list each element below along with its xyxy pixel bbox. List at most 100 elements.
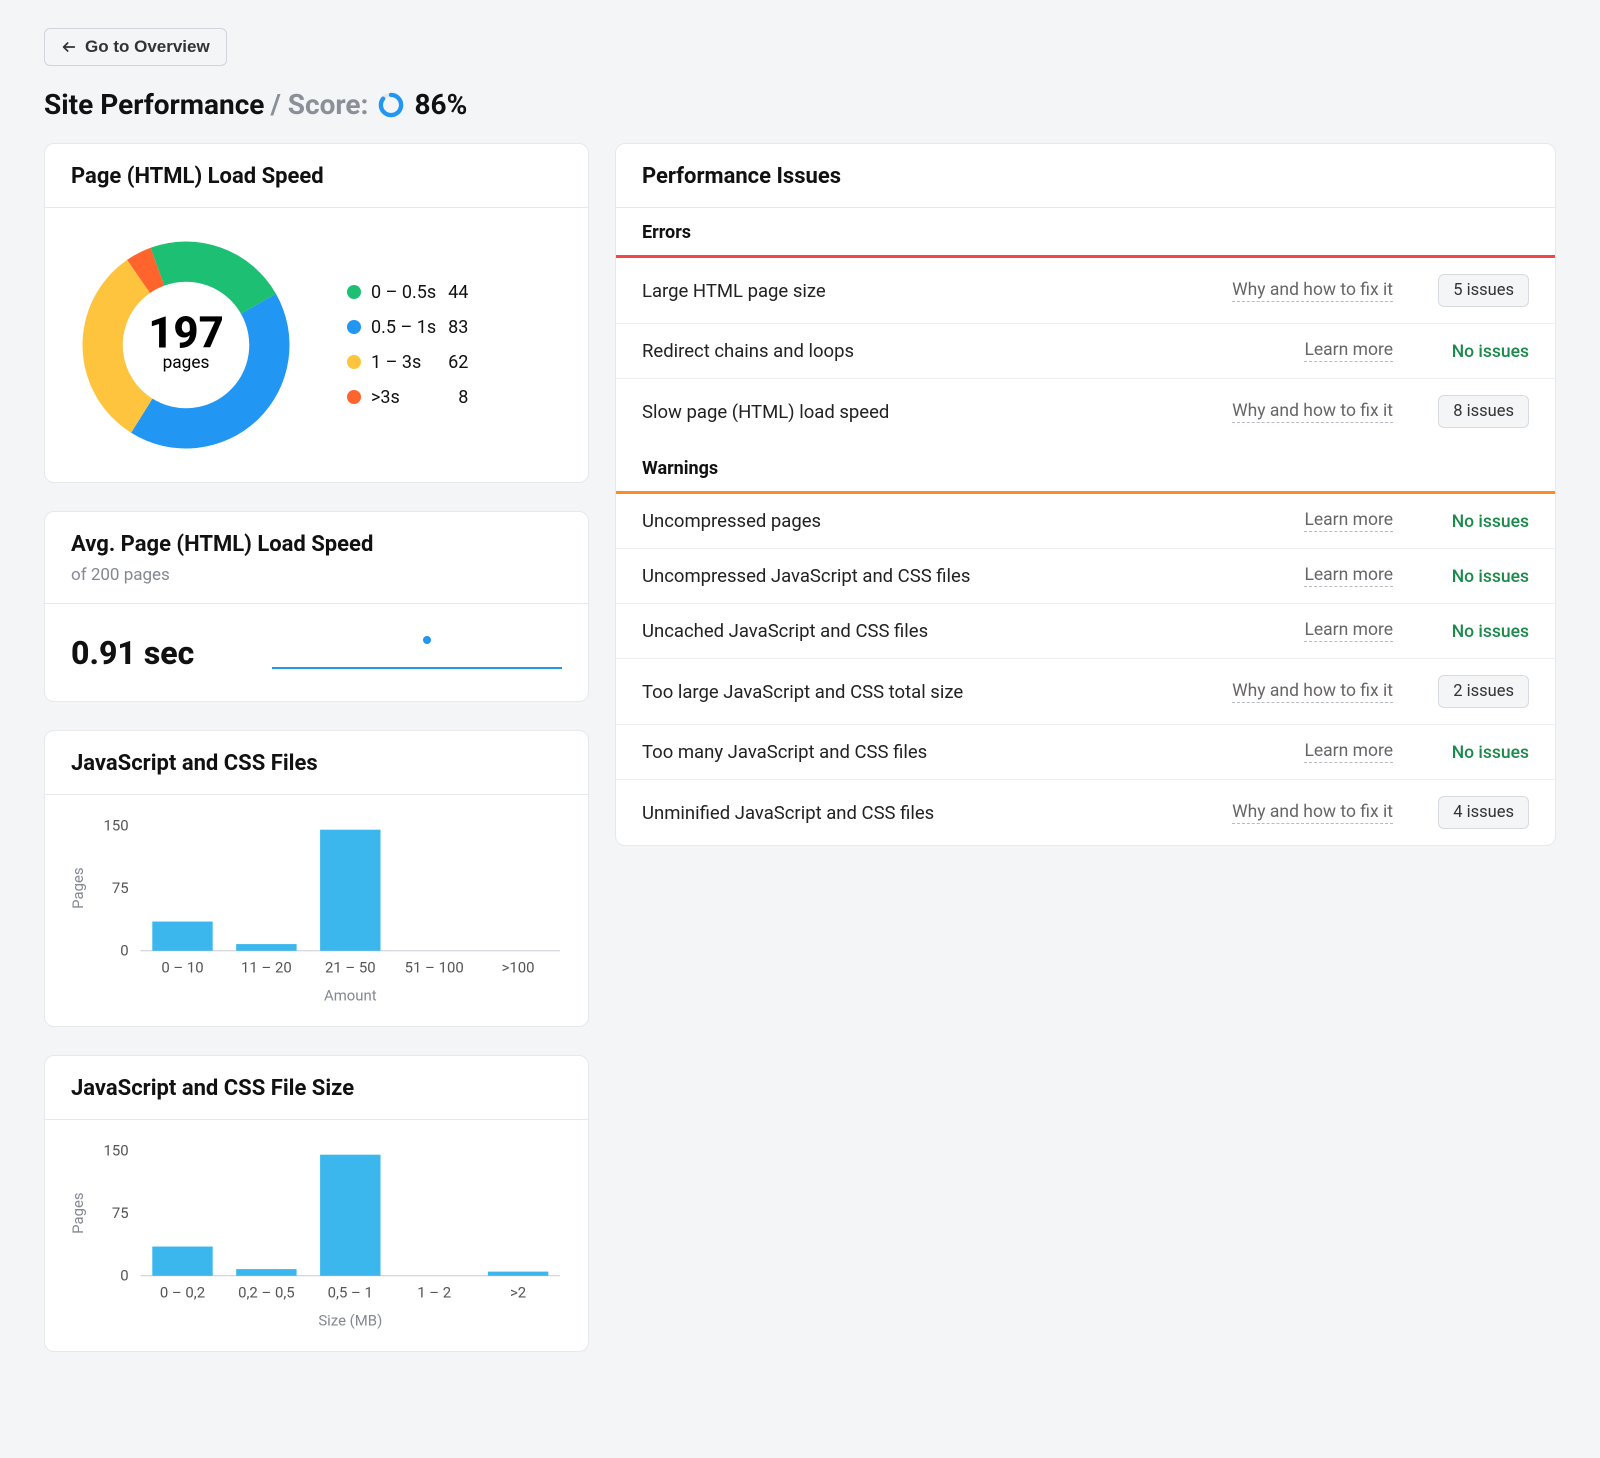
issue-help-link[interactable]: Learn more xyxy=(1304,510,1393,532)
donut-center-value: 197 xyxy=(148,306,224,358)
donut-slice[interactable] xyxy=(83,260,153,433)
issue-count-badge[interactable]: 8 issues xyxy=(1438,395,1529,428)
jscss-size-chart[interactable]: 075150Pages0 – 0,20,2 – 0,50,5 – 11 – 2>… xyxy=(63,1142,570,1332)
donut-center-label: pages xyxy=(163,353,210,373)
issue-help-link[interactable]: Why and how to fix it xyxy=(1232,802,1393,824)
y-tick-label: 0 xyxy=(120,942,128,960)
legend-value: 62 xyxy=(448,346,478,379)
issue-count-badge[interactable]: 4 issues xyxy=(1438,796,1529,829)
card-jscss-size: JavaScript and CSS File Size 0 75 150 Pages… xyxy=(44,1055,589,1352)
bar[interactable] xyxy=(236,944,296,951)
y-tick-label: 75 xyxy=(112,1204,129,1222)
y-tick-label: 75 xyxy=(112,879,129,897)
no-issues-label: No issues xyxy=(1452,567,1529,587)
y-tick-label: 150 xyxy=(103,1142,128,1159)
issue-name: Unminified JavaScript and CSS files xyxy=(642,802,1214,824)
page-title: Site Performance / Score: 86% xyxy=(44,88,1556,121)
bar[interactable] xyxy=(320,1155,380,1276)
card-performance-issues: Performance Issues Errors Large HTML pag… xyxy=(615,143,1556,846)
page-title-suffix: / Score: xyxy=(270,88,368,121)
legend-dot-icon xyxy=(347,355,361,369)
no-issues-label: No issues xyxy=(1452,622,1529,642)
issue-help-link[interactable]: Why and how to fix it xyxy=(1232,401,1393,423)
issue-name: Redirect chains and loops xyxy=(642,340,1286,362)
bar[interactable] xyxy=(488,1272,548,1276)
legend-value: 83 xyxy=(448,311,478,344)
bar[interactable] xyxy=(152,1247,212,1276)
no-issues-label: No issues xyxy=(1452,743,1529,763)
legend-row[interactable]: >3s 8 xyxy=(347,381,478,414)
legend-row[interactable]: 1 – 3s 62 xyxy=(347,346,478,379)
legend-label: 0.5 – 1s xyxy=(371,317,436,338)
bar[interactable] xyxy=(236,1269,296,1276)
avg-load-speed-subtitle: of 200 pages xyxy=(71,565,562,585)
jscss-files-chart[interactable]: 0 75 150 Pages 0 – 10 11 – 20 21 – 50 51 – 100 >… xyxy=(63,817,570,1007)
issue-help-link[interactable]: Learn more xyxy=(1304,620,1393,642)
issue-name: Large HTML page size xyxy=(642,280,1214,302)
legend-row[interactable]: 0 – 0.5s 44 xyxy=(347,276,478,309)
card-avg-load-speed: Avg. Page (HTML) Load Speed of 200 pages… xyxy=(44,511,589,702)
bar[interactable] xyxy=(152,922,212,951)
load-speed-donut-chart[interactable]: 197 pages xyxy=(71,230,301,460)
issue-row: Too many JavaScript and CSS files Learn m… xyxy=(616,725,1555,780)
issue-help-link[interactable]: Learn more xyxy=(1304,565,1393,587)
warnings-section-label: Warnings xyxy=(616,444,1555,491)
issue-row: Large HTML page size Why and how to fix i… xyxy=(616,258,1555,324)
avg-load-speed-sparkline xyxy=(272,630,562,675)
issue-row: Redirect chains and loops Learn more No is… xyxy=(616,324,1555,379)
legend-dot-icon xyxy=(347,285,361,299)
issue-count-badge[interactable]: 5 issues xyxy=(1438,274,1529,307)
x-axis-label: Amount xyxy=(324,986,377,1004)
y-axis-label: Pages xyxy=(69,867,87,908)
card-jscss-files: JavaScript and CSS Files 0 75 150 Pages 0 – … xyxy=(44,730,589,1027)
legend-value: 44 xyxy=(448,276,478,309)
score-ring-icon xyxy=(378,92,404,118)
x-tick-label: 1 – 2 xyxy=(417,1284,451,1302)
x-tick-label: >2 xyxy=(510,1284,526,1302)
arrow-left-icon xyxy=(61,39,77,55)
issue-count-badge[interactable]: 2 issues xyxy=(1438,675,1529,708)
x-tick-label: >100 xyxy=(502,959,535,977)
go-to-overview-label: Go to Overview xyxy=(85,37,210,57)
performance-issues-title: Performance Issues xyxy=(642,164,1529,189)
issue-name: Uncompressed JavaScript and CSS files xyxy=(642,565,1286,587)
x-tick-label: 11 – 20 xyxy=(241,959,292,977)
x-tick-label: 51 – 100 xyxy=(405,959,464,977)
issue-name: Uncached JavaScript and CSS files xyxy=(642,620,1286,642)
legend-label: >3s xyxy=(371,387,400,408)
donut-slice[interactable] xyxy=(151,242,276,314)
score-percent: 86% xyxy=(414,88,467,121)
errors-section-label: Errors xyxy=(616,208,1555,255)
legend-value: 8 xyxy=(448,381,478,414)
legend-row[interactable]: 0.5 – 1s 83 xyxy=(347,311,478,344)
issue-help-link[interactable]: Learn more xyxy=(1304,741,1393,763)
avg-load-speed-title: Avg. Page (HTML) Load Speed xyxy=(71,532,562,557)
y-axis-label: Pages xyxy=(69,1192,87,1233)
avg-load-speed-value: 0.91 sec xyxy=(71,634,194,672)
x-tick-label: 21 – 50 xyxy=(325,959,376,977)
issue-row: Uncompressed pages Learn more No issues xyxy=(616,494,1555,549)
issue-help-link[interactable]: Why and how to fix it xyxy=(1232,681,1393,703)
issue-row: Slow page (HTML) load speedWhy and how t… xyxy=(616,379,1555,444)
y-tick-label: 0 xyxy=(120,1267,128,1285)
legend-label: 0 – 0.5s xyxy=(371,282,436,303)
legend-label: 1 – 3s xyxy=(371,352,421,373)
bar[interactable] xyxy=(320,830,380,951)
go-to-overview-button[interactable]: Go to Overview xyxy=(44,28,227,66)
issue-name: Too many JavaScript and CSS files xyxy=(642,741,1286,763)
issue-row: Uncompressed JavaScript and CSS files Lea… xyxy=(616,549,1555,604)
x-tick-label: 0 – 0,2 xyxy=(160,1284,205,1302)
legend-dot-icon xyxy=(347,390,361,404)
no-issues-label: No issues xyxy=(1452,512,1529,532)
x-tick-label: 0 – 10 xyxy=(161,959,203,977)
jscss-files-title: JavaScript and CSS Files xyxy=(71,751,562,776)
y-tick-label: 150 xyxy=(103,817,128,834)
legend-dot-icon xyxy=(347,320,361,334)
card-load-speed-title: Page (HTML) Load Speed xyxy=(71,164,562,189)
issue-name: Uncompressed pages xyxy=(642,510,1286,532)
issue-help-link[interactable]: Learn more xyxy=(1304,340,1393,362)
issue-help-link[interactable]: Why and how to fix it xyxy=(1232,280,1393,302)
jscss-size-title: JavaScript and CSS File Size xyxy=(71,1076,562,1101)
no-issues-label: No issues xyxy=(1452,342,1529,362)
x-tick-label: 0,5 – 1 xyxy=(328,1284,373,1302)
